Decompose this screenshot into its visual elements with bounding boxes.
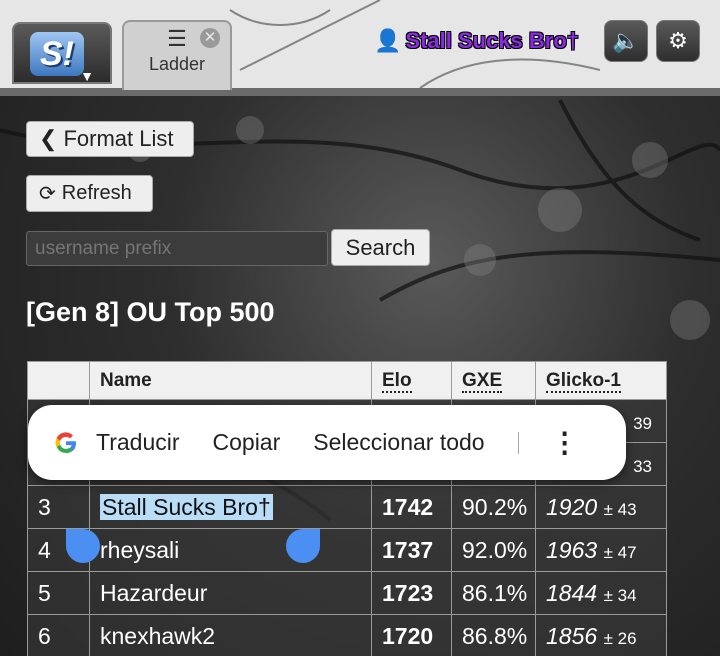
menu-item-copy[interactable]: Copiar [213, 429, 281, 456]
showdown-logo: S! [30, 32, 84, 76]
name-cell[interactable]: rheysali [89, 528, 372, 572]
format-list-label: Format List [63, 126, 174, 151]
sound-button[interactable]: 🔈 [604, 20, 648, 62]
elo-cell: 1723 [371, 571, 452, 615]
selected-text[interactable]: Stall Sucks Bro† [100, 493, 273, 520]
user-badge[interactable]: 👤 Stall Sucks Bro† [374, 28, 579, 54]
settings-button[interactable]: ⚙ [656, 20, 700, 62]
tab-ladder[interactable]: ☰ Ladder ✕ [122, 20, 232, 90]
main-menu-button[interactable]: S! ▼ [12, 22, 112, 84]
table-row: 6 knexhawk2 1720 86.8% 1856 ± 26 [27, 614, 667, 656]
gear-icon: ⚙ [668, 28, 688, 53]
table-row: 3 Stall Sucks Bro† 1742 90.2% 1920 ± 43 [27, 485, 667, 529]
name-cell[interactable]: Hazardeur [89, 571, 372, 615]
format-list-button[interactable]: ❮ Format List [26, 121, 194, 157]
top-bar-divider [0, 88, 720, 96]
table-row: 5 Hazardeur 1723 86.1% 1844 ± 34 [27, 571, 667, 615]
column-header-name: Name [89, 361, 372, 400]
refresh-label: Refresh [61, 182, 132, 204]
rank-cell: 6 [27, 614, 90, 656]
elo-cell: 1720 [371, 614, 452, 656]
glicko-cell: 1844 ± 34 [535, 571, 667, 615]
selection-handle-left[interactable] [66, 529, 100, 563]
gxe-cell: 90.2% [451, 485, 536, 529]
speaker-icon: 🔈 [612, 28, 640, 53]
glicko-cell: 1963 ± 47 [535, 528, 667, 572]
chevron-down-icon: ▼ [80, 68, 94, 84]
gxe-cell: 86.8% [451, 614, 536, 656]
elo-cell: 1737 [371, 528, 452, 572]
column-header-gxe[interactable]: GXE [451, 361, 536, 400]
column-header-glicko[interactable]: Glicko-1 [535, 361, 667, 400]
tab-ladder-label: Ladder [148, 54, 206, 74]
close-icon[interactable]: ✕ [200, 28, 220, 48]
name-cell[interactable]: knexhawk2 [89, 614, 372, 656]
chevron-left-icon: ❮ [39, 126, 58, 151]
gxe-cell: 92.0% [451, 528, 536, 572]
table-row: 4 rheysali 1737 92.0% 1963 ± 47 [27, 528, 667, 572]
menu-divider [517, 431, 519, 454]
name-cell[interactable]: Stall Sucks Bro† [89, 485, 372, 529]
menu-item-translate[interactable]: Traducir [96, 429, 180, 456]
glicko-cell: 1856 ± 26 [535, 614, 667, 656]
google-icon [54, 431, 78, 455]
selection-handle-right[interactable] [286, 529, 320, 563]
search-button[interactable]: Search [331, 229, 430, 266]
search-label: Search [345, 234, 416, 260]
column-header-elo[interactable]: Elo [371, 361, 452, 400]
table-header-row: Name Elo GXE Glicko-1 [27, 361, 667, 400]
refresh-button[interactable]: ⟳ Refresh [26, 175, 153, 212]
menu-item-select-all[interactable]: Seleccionar todo [313, 429, 484, 456]
rank-cell: 5 [27, 571, 90, 615]
text-selection-menu: Traducir Copiar Seleccionar todo ⋮ [28, 405, 626, 480]
refresh-icon: ⟳ [39, 183, 56, 205]
username[interactable]: Stall Sucks Bro† [405, 28, 579, 54]
elo-cell: 1742 [371, 485, 452, 529]
page-title: [Gen 8] OU Top 500 [26, 297, 275, 327]
column-header-rank [27, 361, 90, 400]
user-icon: 👤 [374, 28, 402, 53]
glicko-cell: 1920 ± 43 [535, 485, 667, 529]
more-options-icon[interactable]: ⋮ [551, 428, 579, 456]
rank-cell: 3 [27, 485, 90, 529]
gxe-cell: 86.1% [451, 571, 536, 615]
username-search-input[interactable] [26, 231, 328, 266]
